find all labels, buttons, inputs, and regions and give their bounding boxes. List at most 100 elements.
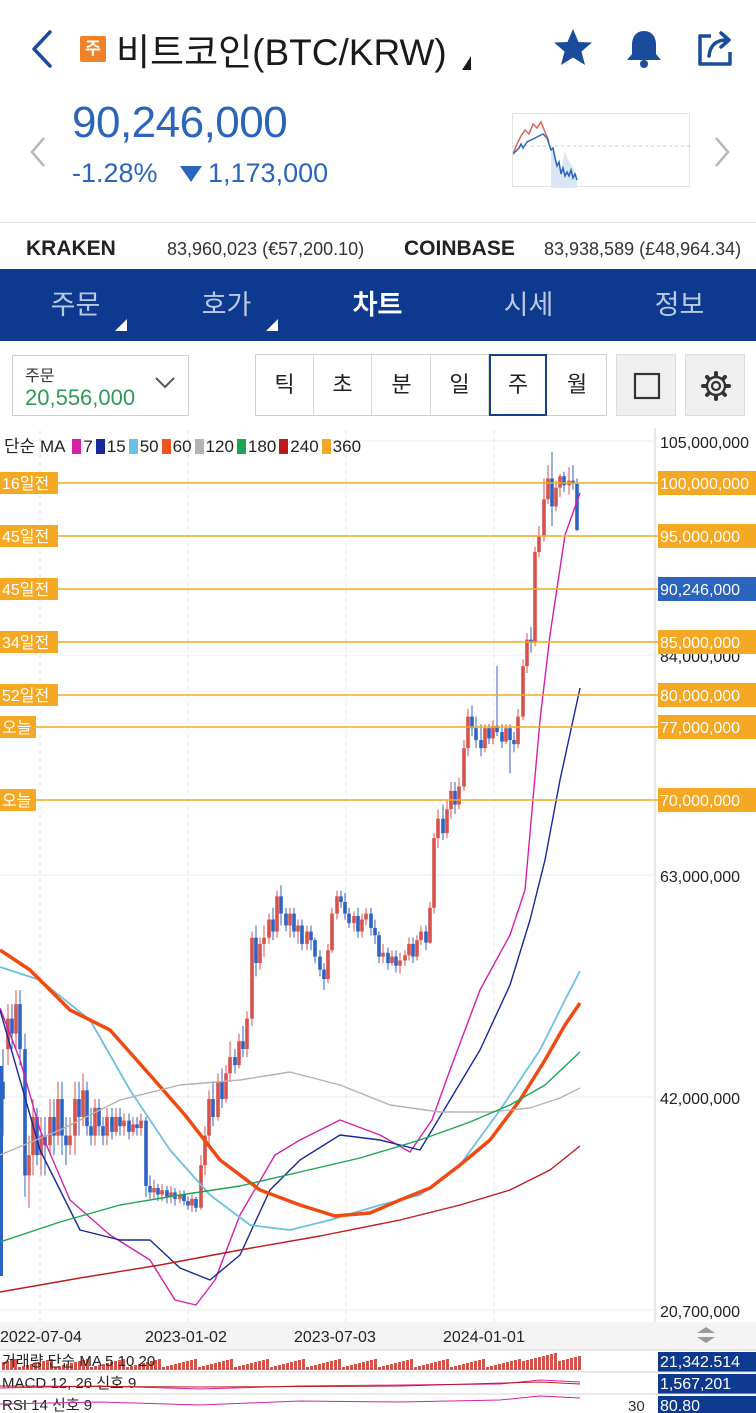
candle — [369, 913, 373, 928]
volume-bar — [506, 1362, 509, 1370]
volume-bar — [498, 1364, 501, 1370]
volume-bar — [406, 1360, 409, 1370]
period-week[interactable]: 주 — [489, 354, 547, 416]
candle — [89, 1126, 93, 1136]
volume-bar — [454, 1366, 457, 1370]
volume-bar — [522, 1361, 525, 1370]
alarm-button[interactable] — [622, 26, 666, 70]
volume-bar — [322, 1363, 325, 1370]
volume-bar — [278, 1365, 281, 1370]
candle — [407, 943, 411, 956]
ma-line-180 — [0, 1051, 581, 1243]
volume-bar — [434, 1362, 437, 1370]
period-month[interactable]: 월 — [548, 355, 606, 415]
alert-left-label: 34일전 — [2, 634, 49, 652]
period-second[interactable]: 초 — [314, 355, 372, 415]
candle — [339, 896, 343, 903]
x-axis-band — [0, 1322, 756, 1350]
candle — [419, 931, 423, 941]
volume-bar — [158, 1359, 161, 1370]
volume-bar — [290, 1362, 293, 1370]
candle — [457, 786, 461, 805]
fullscreen-button[interactable] — [616, 354, 676, 416]
change-amount: 1,173,000 — [208, 158, 329, 188]
candle — [288, 913, 292, 926]
price-chart[interactable]: 105,000,00084,000,00063,000,00042,000,00… — [0, 428, 756, 1413]
tab-chart[interactable]: 차트 — [302, 269, 453, 341]
candles-layer — [0, 452, 579, 1276]
volume-bar — [318, 1364, 321, 1370]
candle — [554, 487, 558, 507]
share-button[interactable] — [694, 26, 738, 70]
indicator-value: 80.80 — [660, 1398, 700, 1413]
candle — [335, 896, 339, 914]
candle — [68, 1135, 72, 1146]
legend-swatch — [161, 439, 171, 454]
next-coin-icon[interactable] — [710, 132, 734, 172]
candle — [258, 943, 262, 964]
volume-bar — [330, 1361, 333, 1370]
ma-line-15 — [0, 687, 581, 1281]
period-tick[interactable]: 틱 — [256, 355, 314, 415]
candle — [441, 818, 445, 834]
volume-bar — [186, 1361, 189, 1370]
square-icon — [633, 372, 661, 400]
current-price-label: 90,246,000 — [660, 582, 740, 599]
tab-info[interactable]: 정보 — [604, 269, 755, 341]
legend-swatch — [194, 439, 204, 454]
volume-bar — [510, 1361, 513, 1370]
volume-bar — [270, 1367, 273, 1370]
period-day[interactable]: 일 — [431, 355, 489, 415]
period-minute[interactable]: 분 — [373, 355, 431, 415]
chart-settings-button[interactable] — [685, 354, 745, 416]
indicator-value: 1,567,201 — [660, 1376, 731, 1393]
intraday-mini-chart[interactable] — [512, 113, 691, 188]
candle — [85, 1090, 89, 1127]
candle — [250, 937, 254, 1019]
volume-bar — [518, 1359, 521, 1370]
candle — [445, 809, 449, 834]
volume-bar — [294, 1361, 297, 1370]
volume-bar — [230, 1359, 233, 1370]
main-tabs: 주문 호가 차트 시세 정보 — [0, 269, 756, 341]
bell-icon — [627, 31, 661, 68]
volume-bar — [314, 1365, 317, 1370]
volume-bar — [458, 1365, 461, 1370]
page-title[interactable]: 비트코인(BTC/KRW) — [116, 22, 447, 76]
candle — [381, 952, 385, 957]
candle — [224, 1073, 228, 1100]
candle — [160, 1190, 164, 1195]
candle — [521, 666, 525, 717]
favorite-button[interactable] — [551, 26, 595, 70]
prev-coin-icon[interactable] — [26, 132, 50, 172]
ma-legend: 단순 MA 7 15 50 60 120 180 240 360 — [4, 432, 361, 457]
back-button[interactable] — [22, 26, 62, 72]
candle — [110, 1116, 114, 1132]
title-dropdown-icon[interactable] — [462, 56, 471, 70]
candle — [156, 1188, 160, 1195]
volume-bar — [306, 1367, 309, 1370]
volume-bar — [298, 1360, 301, 1370]
candle — [432, 838, 436, 908]
candle — [377, 935, 381, 957]
candle — [300, 925, 304, 944]
volume-bar — [514, 1360, 517, 1370]
candle — [228, 1057, 232, 1074]
volume-bar — [494, 1365, 497, 1370]
volume-bar — [470, 1362, 473, 1370]
candle — [360, 919, 364, 932]
candle — [275, 896, 279, 932]
tab-orderbook[interactable]: 호가 — [151, 269, 302, 341]
order-price-select[interactable]: 주문 20,556,000 — [12, 355, 189, 416]
tab-order[interactable]: 주문 — [0, 269, 151, 341]
tab-quotes[interactable]: 시세 — [453, 269, 604, 341]
volume-bar — [378, 1367, 381, 1370]
x-tick-label: 2023-07-03 — [294, 1329, 376, 1346]
volume-bar — [350, 1365, 353, 1370]
volume-bar — [258, 1361, 261, 1370]
volume-bar — [250, 1363, 253, 1370]
exchange-name: COINBASE — [404, 237, 515, 260]
candle — [64, 1135, 68, 1146]
volume-bar — [542, 1356, 545, 1370]
volume-bar — [190, 1360, 193, 1370]
